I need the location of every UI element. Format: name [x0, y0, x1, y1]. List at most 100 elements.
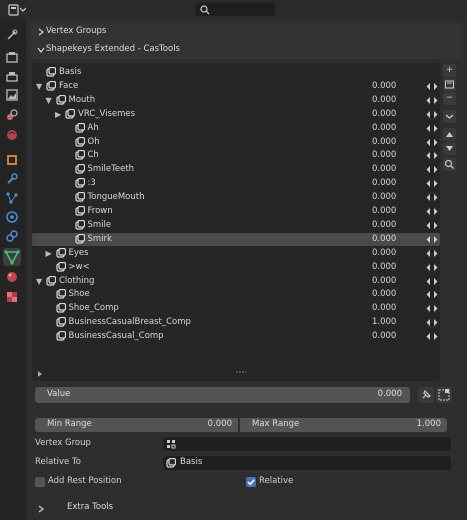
expand-right-icon[interactable]: ▶: [55, 109, 64, 120]
vertex-group-field[interactable]: [163, 437, 451, 451]
expand-right-icon[interactable]: ▶: [46, 248, 55, 259]
relative-to-field[interactable]: Basis: [163, 456, 451, 470]
value-step-arrows-icon[interactable]: [425, 206, 439, 217]
panel-title: Vertex Groups: [46, 26, 107, 36]
value-step-arrows-icon[interactable]: [425, 276, 439, 287]
material-tab[interactable]: [5, 270, 19, 284]
scene-tab[interactable]: [5, 108, 19, 122]
tool-icon: [7, 29, 18, 40]
shape-key-row[interactable]: Shoe 0.000: [32, 288, 440, 301]
world-tab[interactable]: [5, 128, 19, 142]
max-range-field[interactable]: Max Range 1.000: [240, 418, 447, 432]
shape-key-row[interactable]: Shoe_Comp 0.000: [32, 302, 440, 315]
shape-key-icon: [74, 136, 85, 147]
value-step-arrows-icon[interactable]: [425, 248, 439, 259]
value-step-arrows-icon[interactable]: [425, 164, 439, 175]
value-step-arrows-icon[interactable]: [425, 123, 439, 134]
value-step-arrows-icon[interactable]: [425, 137, 439, 148]
value-step-arrows-icon[interactable]: [425, 317, 439, 328]
min-range-field[interactable]: Min Range 0.000: [35, 418, 238, 432]
filter-search-button[interactable]: [443, 158, 456, 171]
list-resize-handle[interactable]: [236, 370, 246, 375]
extra-tools-panel-header[interactable]: Extra Tools: [30, 500, 463, 516]
constraints-tab[interactable]: [5, 229, 19, 243]
relative-checkbox[interactable]: [246, 477, 256, 487]
value-step-arrows-icon[interactable]: [425, 109, 439, 120]
shape-key-icon: [74, 219, 85, 230]
panel-title: Shapekeys Extended - CasTools: [46, 44, 180, 54]
value-step-arrows-icon[interactable]: [425, 289, 439, 300]
shape-key-icon: [55, 289, 66, 299]
shape-key-row[interactable]: Ch 0.000: [32, 149, 440, 162]
shape-key-row[interactable]: SmileTeeth 0.000: [32, 163, 440, 176]
move-up-button[interactable]: [443, 128, 456, 141]
expand-down-icon[interactable]: ▼: [46, 95, 55, 106]
shape-key-row[interactable]: Basis: [32, 66, 440, 79]
modifiers-tab[interactable]: [5, 172, 19, 186]
search-input[interactable]: [195, 3, 275, 16]
max-range-value: 1.000: [416, 419, 441, 429]
shape-key-row[interactable]: ▼ Face 0.000: [32, 80, 440, 93]
view-layer-tab[interactable]: [5, 88, 19, 102]
editor-type-button[interactable]: [8, 3, 27, 17]
physics-tab[interactable]: [5, 210, 19, 224]
render-tab[interactable]: [5, 50, 19, 64]
value-number: 0.000: [377, 389, 402, 399]
shape-key-icon: [74, 150, 85, 160]
shape-key-row[interactable]: BusinessCasualBreast_Comp 1.000: [32, 316, 440, 329]
value-step-arrows-icon[interactable]: [425, 331, 439, 342]
shape-key-row[interactable]: Ah 0.000: [32, 122, 440, 135]
shape-key-row[interactable]: ▼ Mouth 0.000: [32, 94, 440, 107]
shape-key-list[interactable]: Basis ▼ Face 0.000 ▼ Mouth 0.000 ▶ VRC_Visemes 0.…: [32, 63, 440, 381]
value-step-arrows-icon[interactable]: [425, 220, 439, 231]
value-step-arrows-icon[interactable]: [425, 178, 439, 189]
shape-key-row[interactable]: Frown 0.000: [32, 205, 440, 218]
value-step-arrows-icon[interactable]: [425, 234, 439, 245]
output-tab[interactable]: [5, 70, 19, 84]
value-step-arrows-icon[interactable]: [425, 150, 439, 161]
value-step-arrows-icon[interactable]: [425, 303, 439, 314]
texture-tab[interactable]: [5, 290, 19, 304]
add-rest-position-checkbox[interactable]: [35, 477, 45, 487]
data-tab[interactable]: [3, 248, 21, 266]
object-tab[interactable]: [5, 153, 19, 167]
move-down-button[interactable]: [443, 142, 456, 155]
shape-key-icon: [74, 164, 85, 174]
shape-key-row[interactable]: ▶ Eyes 0.000: [32, 247, 440, 260]
shape-key-value-slider[interactable]: Value 0.000: [35, 387, 410, 403]
shape-key-row[interactable]: TongueMouth 0.000: [32, 191, 440, 204]
expand-down-icon[interactable]: ▼: [36, 81, 45, 92]
shape-key-icon: [55, 303, 66, 313]
add-rest-position-label: Add Rest Position: [48, 476, 122, 486]
vertex-groups-panel-header[interactable]: Vertex Groups: [30, 23, 463, 41]
shape-key-row[interactable]: Smirk 0.000: [32, 232, 440, 246]
expand-down-icon[interactable]: ▼: [36, 276, 45, 287]
shape-key-icon: [55, 94, 66, 105]
shape-key-row[interactable]: ▼ Clothing 0.000: [32, 275, 440, 288]
value-step-arrows-icon[interactable]: [425, 192, 439, 203]
shape-key-row[interactable]: >w< 0.000: [32, 261, 440, 274]
shape-key-special-button[interactable]: [443, 78, 456, 91]
tool-tab[interactable]: [5, 28, 19, 42]
value-step-arrows-icon[interactable]: [425, 95, 439, 106]
shape-key-name: Shoe_Comp: [68, 303, 119, 314]
shape-key-icon: [74, 122, 85, 133]
add-shape-key-button[interactable]: +: [443, 64, 456, 77]
value-step-arrows-icon[interactable]: [425, 262, 439, 273]
shape-key-row[interactable]: BusinessCasual_Comp 0.000: [32, 330, 440, 343]
max-range-label: Max Range: [252, 419, 300, 429]
shapekeys-panel-header[interactable]: Shapekeys Extended - CasTools: [30, 41, 463, 59]
shape-key-row[interactable]: :3 0.000: [32, 177, 440, 190]
value-step-arrows-icon[interactable]: [425, 81, 439, 92]
remove-shape-key-button[interactable]: −: [443, 92, 456, 105]
shape-key-row[interactable]: Oh 0.000: [32, 136, 440, 149]
pin-shape-key-button[interactable]: [418, 387, 434, 403]
particles-tab[interactable]: [5, 191, 19, 205]
list-options-chevron-icon[interactable]: [36, 370, 44, 378]
shape-key-row[interactable]: Smile 0.000: [32, 219, 440, 232]
shape-key-name: Smirk: [87, 233, 112, 244]
edit-mode-toggle-button[interactable]: [436, 387, 452, 403]
min-range-value: 0.000: [207, 419, 232, 429]
specials-menu-button[interactable]: [443, 110, 456, 123]
shape-key-row[interactable]: ▶ VRC_Visemes 0.000: [32, 108, 440, 121]
